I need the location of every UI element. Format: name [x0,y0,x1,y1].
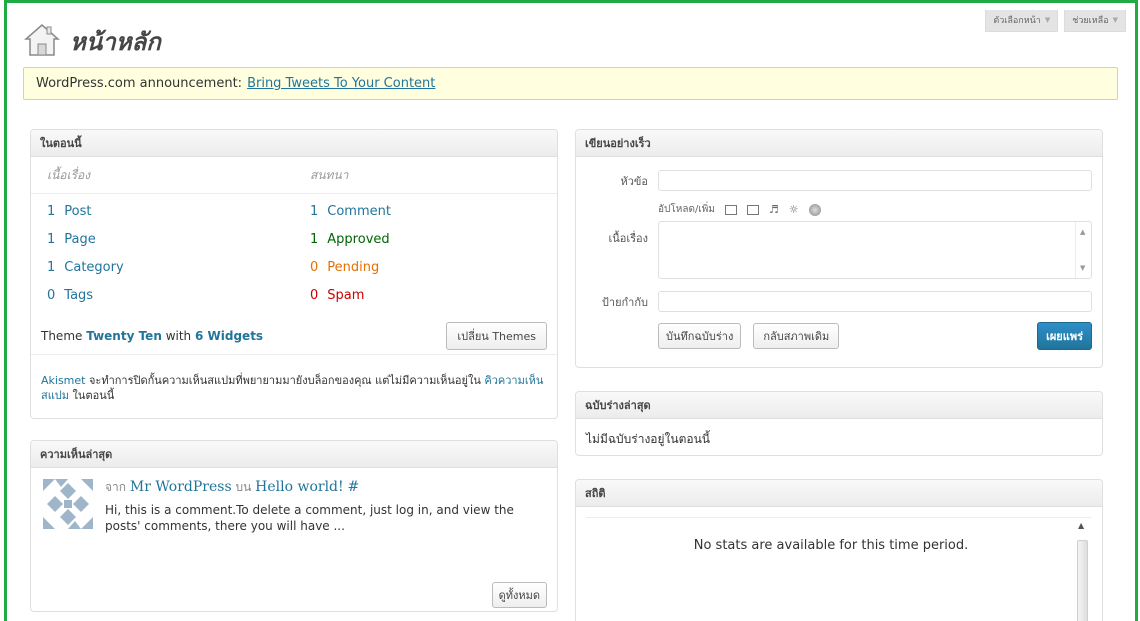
right-now-box: ในตอนนี้ เนื้อเรื่อง 1 Post 1 Page 1 Catego… [30,129,558,419]
pending-count-link[interactable]: 0 Pending [294,253,557,281]
reset-button[interactable]: กลับสภาพเดิม [753,323,840,349]
stats-message: No stats are available for this time per… [693,538,969,553]
comment-excerpt: Hi, this is a comment.To delete a commen… [105,503,514,533]
comment-item: จาก Mr WordPress บน Hello world! # Hi, t… [105,478,545,534]
chevron-down-icon: ▼ [1044,16,1051,24]
pages-count-link[interactable]: 1 Page [31,225,294,253]
announcement-notice: WordPress.com announcement: Bring Tweets… [23,67,1118,100]
comment-permalink[interactable]: # [347,479,359,495]
comment-author-link[interactable]: Mr WordPress [130,479,232,495]
announcement-link[interactable]: Bring Tweets To Your Content [247,76,435,91]
add-image-icon[interactable] [724,204,737,215]
right-now-title[interactable]: ในตอนนี้ [31,130,557,157]
akismet-link[interactable]: Akismet [41,374,85,387]
theme-line: Theme Twenty Ten with 6 Widgets เปลี่ยน … [31,317,557,355]
recent-comments-title[interactable]: ความเห็นล่าสุด [31,441,557,468]
tags-label: ป้ายกำกับ [601,295,648,309]
title-input[interactable] [658,170,1092,191]
avatar [43,479,93,533]
avatar-identicon-icon [43,479,93,529]
screen-options-button[interactable]: ตัวเลือกหน้า ▼ [985,10,1059,32]
stats-scrollbar[interactable]: ▲ [1074,518,1091,621]
theme-info: Theme Twenty Ten with 6 Widgets [41,328,264,343]
content-textarea[interactable]: ▲ ▼ [658,221,1092,279]
approved-count-link[interactable]: 1 Approved [294,225,557,253]
tags-input[interactable] [658,291,1092,312]
textarea-scrollbar[interactable]: ▲ ▼ [1075,222,1091,278]
content-column-head: เนื้อเรื่อง [31,157,294,194]
page-header: หน้าหลัก [24,22,161,61]
title-label: หัวข้อ [620,174,648,188]
announcement-prefix: WordPress.com announcement: [36,76,243,91]
add-poll-icon[interactable] [808,203,821,216]
content-column: เนื้อเรื่อง 1 Post 1 Page 1 Category 0 Tags [31,157,294,309]
screen-options-label: ตัวเลือกหน้า [993,16,1041,26]
categories-count-link[interactable]: 1 Category [31,253,294,281]
scroll-thumb[interactable] [1077,540,1088,621]
change-theme-button[interactable]: เปลี่ยน Themes [446,321,547,350]
publish-button[interactable]: เผยแพร่ [1037,322,1092,350]
widgets-link[interactable]: 6 Widgets [195,329,263,343]
content-label: เนื้อเรื่อง [608,232,648,245]
akismet-status: Akismet จะทำการปิดกั้นความเห็นสแปมที่พยา… [41,374,544,402]
comment-post-link[interactable]: Hello world! [255,479,344,495]
posts-count-link[interactable]: 1 Post [31,197,294,225]
recent-drafts-title[interactable]: ฉบับร่างล่าสุด [576,392,1102,419]
recent-drafts-box: ฉบับร่างล่าสุด ไม่มีฉบับร่างอยู่ในตอนนี้ [575,391,1103,456]
save-draft-button[interactable]: บันทึกฉบับร่าง [658,323,742,349]
help-button[interactable]: ช่วยเหลือ ▼ [1064,10,1126,32]
scroll-up-icon[interactable]: ▲ [1078,521,1084,530]
stats-frame: No stats are available for this time per… [586,517,1091,621]
upload-label: อัปโหลด/เพิ่ม [658,204,715,215]
add-media-icon[interactable]: ☼ [789,203,799,216]
comment-meta: จาก Mr WordPress บน Hello world! # [105,479,360,495]
tags-count-link[interactable]: 0 Tags [31,281,294,309]
home-icon [24,23,60,61]
recent-comments-box: ความเห็นล่าสุด จาก Mr WordPress บน Hello… [30,440,558,612]
screen-meta-links: ตัวเลือกหน้า ▼ ช่วยเหลือ ▼ [985,10,1126,32]
comments-count-link[interactable]: 1 Comment [294,197,557,225]
help-label: ช่วยเหลือ [1072,16,1109,26]
add-video-icon[interactable] [746,204,759,215]
view-all-comments-button[interactable]: ดูทั้งหมด [491,582,547,608]
stats-box: สถิติ No stats are available for this ti… [575,479,1103,621]
quick-press-box: เขียนอย่างเร็ว หัวข้อ อัปโหลด/เพิ่ม ♬ ☼ … [575,129,1103,368]
discussion-column-head: สนทนา [294,157,557,194]
page-title: หน้าหลัก [70,27,161,56]
theme-name-link[interactable]: Twenty Ten [86,329,162,343]
discussion-column: สนทนา 1 Comment 1 Approved 0 Pending 0 Spam [294,157,557,309]
upload-bar: อัปโหลด/เพิ่ม ♬ ☼ [658,202,821,217]
no-drafts-text: ไม่มีฉบับร่างอยู่ในตอนนี้ [586,432,711,446]
stats-title[interactable]: สถิติ [576,480,1102,507]
chevron-down-icon: ▼ [1112,16,1118,24]
quick-press-title[interactable]: เขียนอย่างเร็ว [576,130,1102,157]
spam-count-link[interactable]: 0 Spam [294,281,557,309]
add-audio-icon[interactable]: ♬ [769,203,779,216]
